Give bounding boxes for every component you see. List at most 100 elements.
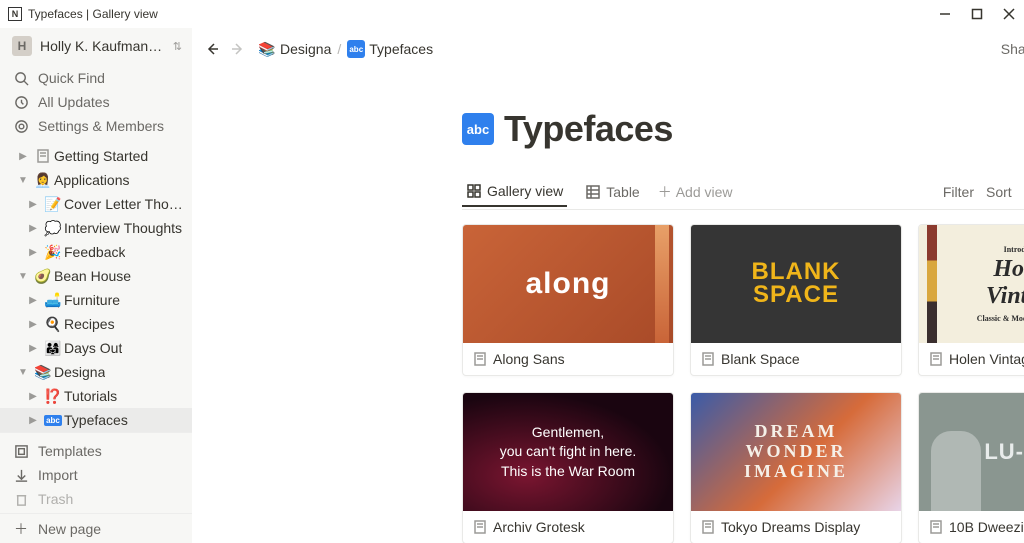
workspace-avatar: H xyxy=(12,36,32,56)
window-title: Typefaces | Gallery view xyxy=(28,7,158,21)
breadcrumb-label: Typefaces xyxy=(369,41,433,57)
content: abc Typefaces Gallery view Table ＋ Add v… xyxy=(192,70,1024,543)
gallery-card[interactable]: LU-42610B Dweezil xyxy=(918,392,1024,543)
breadcrumb-separator: / xyxy=(337,41,341,57)
caret-right-icon[interactable]: ▶ xyxy=(24,243,42,261)
close-button[interactable] xyxy=(1002,7,1016,21)
caret-down-icon[interactable]: ▼ xyxy=(14,267,32,285)
card-thumbnail: DREAMWONDERIMAGINE xyxy=(691,393,901,511)
page-icon[interactable]: abc xyxy=(462,113,494,145)
page-emoji-icon: 💭 xyxy=(44,219,62,237)
tree-item[interactable]: ▶🍳Recipes xyxy=(0,312,192,336)
tree-item[interactable]: ▼📚Designa xyxy=(0,360,192,384)
tree-item[interactable]: ▶ Getting Started xyxy=(0,144,192,168)
card-footer: Archiv Grotesk xyxy=(463,511,673,543)
template-icon xyxy=(12,442,30,460)
add-view[interactable]: ＋ Add view xyxy=(658,182,733,202)
window-titlebar: N Typefaces | Gallery view xyxy=(0,0,1024,28)
gallery-card[interactable]: DREAMWONDERIMAGINE Tokyo Dreams Display xyxy=(690,392,902,543)
nav-back[interactable] xyxy=(204,41,224,57)
card-title: Along Sans xyxy=(493,351,565,367)
view-table-label: Table xyxy=(606,184,639,200)
card-thumbnail: IntroducingHolenVintageClassic & Modern … xyxy=(919,225,1024,343)
page-tree: ▶ Getting Started ▼👩‍💼Applications▶📝Cover … xyxy=(0,140,192,460)
all-updates-label: All Updates xyxy=(38,94,110,110)
document-icon xyxy=(929,520,943,534)
view-table[interactable]: Table xyxy=(581,178,643,206)
card-title: Tokyo Dreams Display xyxy=(721,519,860,535)
settings-members[interactable]: Settings & Members xyxy=(0,114,192,138)
import[interactable]: Import xyxy=(0,463,192,487)
caret-right-icon[interactable]: ▶ xyxy=(24,387,42,405)
breadcrumb: 📚Designa / abcTypefaces xyxy=(258,40,433,58)
breadcrumb-item[interactable]: 📚Designa xyxy=(258,40,331,58)
gallery-card[interactable]: alongAlong Sans xyxy=(462,224,674,376)
window-controls xyxy=(938,7,1016,21)
page-emoji-icon: abc xyxy=(44,411,62,429)
share-button[interactable]: Share xyxy=(1001,41,1024,57)
caret-right-icon[interactable]: ▶ xyxy=(24,291,42,309)
tree-item[interactable]: ▶🛋️Furniture xyxy=(0,288,192,312)
tree-item-label: Bean House xyxy=(54,268,131,284)
gallery: alongAlong SansBLANKSPACEBlank SpaceIntr… xyxy=(462,224,1024,543)
card-title: 10B Dweezil xyxy=(949,519,1024,535)
tree-item-label: Recipes xyxy=(64,316,115,332)
maximize-button[interactable] xyxy=(970,7,984,21)
all-updates[interactable]: All Updates xyxy=(0,90,192,114)
breadcrumb-item[interactable]: abcTypefaces xyxy=(347,40,433,58)
tree-item[interactable]: ▶📝Cover Letter Thoug… xyxy=(0,192,192,216)
gallery-card[interactable]: BLANKSPACEBlank Space xyxy=(690,224,902,376)
tree-item[interactable]: ▶💭Interview Thoughts xyxy=(0,216,192,240)
gallery-card[interactable]: Gentlemen,you can't fight in here.This i… xyxy=(462,392,674,543)
tree-item[interactable]: ▶⁉️Tutorials xyxy=(0,384,192,408)
tree-item[interactable]: ▶abcTypefaces xyxy=(0,408,192,432)
import-label: Import xyxy=(38,467,78,483)
card-thumbnail: BLANKSPACE xyxy=(691,225,901,343)
new-page[interactable]: ＋ New page xyxy=(0,513,192,541)
tree-item[interactable]: ▼👩‍💼Applications xyxy=(0,168,192,192)
breadcrumb-icon: 📚 xyxy=(258,40,276,58)
filter-button[interactable]: Filter xyxy=(943,184,974,200)
caret-right-icon[interactable]: ▶ xyxy=(14,147,32,165)
tree-item[interactable]: ▼🥑Bean House xyxy=(0,264,192,288)
caret-right-icon[interactable]: ▶ xyxy=(24,219,42,237)
document-icon xyxy=(929,352,943,366)
caret-down-icon[interactable]: ▼ xyxy=(14,171,32,189)
caret-right-icon[interactable]: ▶ xyxy=(24,195,42,213)
minimize-button[interactable] xyxy=(938,7,952,21)
card-footer: Blank Space xyxy=(691,343,901,375)
plus-icon: ＋ xyxy=(658,182,672,202)
caret-right-icon[interactable]: ▶ xyxy=(24,411,42,429)
sort-button[interactable]: Sort xyxy=(986,184,1012,200)
nav-forward[interactable] xyxy=(230,41,250,57)
caret-down-icon[interactable]: ▼ xyxy=(14,363,32,381)
caret-right-icon[interactable]: ▶ xyxy=(24,315,42,333)
document-icon xyxy=(701,520,715,534)
views-bar: Gallery view Table ＋ Add view Filter Sor… xyxy=(462,174,1024,210)
caret-right-icon[interactable]: ▶ xyxy=(24,339,42,357)
workspace-switcher[interactable]: H Holly K. Kaufman-Hill's … ⇅ xyxy=(0,32,192,64)
tree-item-label: Typefaces xyxy=(64,412,128,428)
tree-item-label: Interview Thoughts xyxy=(64,220,182,236)
gallery-card[interactable]: IntroducingHolenVintageClassic & Modern … xyxy=(918,224,1024,376)
page-title[interactable]: Typefaces xyxy=(504,108,673,150)
gear-icon xyxy=(12,117,30,135)
tree-item-label: Tutorials xyxy=(64,388,117,404)
tree-item-label: Getting Started xyxy=(54,148,148,164)
document-icon xyxy=(473,520,487,534)
workspace-name: Holly K. Kaufman-Hill's … xyxy=(40,38,165,54)
card-footer: 10B Dweezil xyxy=(919,511,1024,543)
document-icon xyxy=(701,352,715,366)
templates[interactable]: Templates xyxy=(0,439,192,463)
tree-item[interactable]: ▶👨‍👩‍👧Days Out xyxy=(0,336,192,360)
trash[interactable]: Trash xyxy=(0,487,192,511)
page-emoji-icon xyxy=(34,147,52,165)
quick-find[interactable]: Quick Find xyxy=(0,66,192,90)
view-gallery[interactable]: Gallery view xyxy=(462,177,567,207)
sidebar: H Holly K. Kaufman-Hill's … ⇅ Quick Find… xyxy=(0,28,192,543)
tree-item[interactable]: ▶🎉Feedback xyxy=(0,240,192,264)
trash-icon xyxy=(12,490,30,508)
document-icon xyxy=(473,352,487,366)
page-emoji-icon: 📝 xyxy=(44,195,62,213)
card-title: Archiv Grotesk xyxy=(493,519,585,535)
